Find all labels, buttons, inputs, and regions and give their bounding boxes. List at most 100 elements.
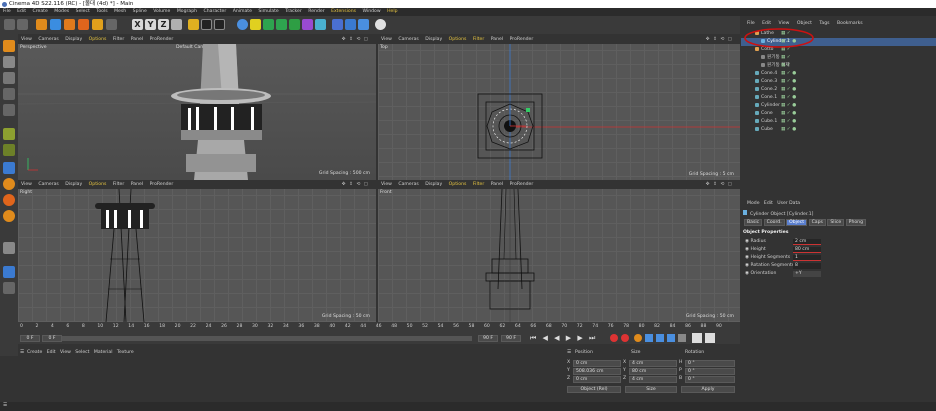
viewport-nav-icons[interactable]: ✥ ⇕ ⟲ ▢ [342, 181, 369, 189]
vp-menu-prorender[interactable]: ProRender [510, 182, 534, 187]
menu-window[interactable]: Window [362, 9, 380, 14]
redo-icon[interactable] [17, 19, 28, 30]
render-settings-icon[interactable] [214, 19, 225, 30]
vp-menu-panel[interactable]: Panel [491, 37, 503, 42]
preview-end-field[interactable]: 90 F [501, 335, 521, 342]
recent-tools-icon[interactable] [92, 19, 103, 30]
rotation-segments-field[interactable]: 8 [793, 263, 821, 269]
attr-menu-user-data[interactable]: User Data [777, 201, 800, 206]
menu-volume[interactable]: Volume [153, 9, 170, 14]
scene-icon[interactable] [332, 19, 343, 30]
object-row[interactable]: Cone.1 ▦ ✓ ● [741, 94, 936, 102]
menu-animate[interactable]: Animate [233, 9, 252, 14]
object-row[interactable]: 원기둥 ▦ ✓ [741, 54, 936, 62]
viewport-nav-icons[interactable]: ✥ ⇕ ⟲ ▢ [342, 36, 369, 44]
model-mode-icon[interactable] [3, 56, 15, 68]
vp-menu-cameras[interactable]: Cameras [38, 37, 58, 42]
workplane-icon[interactable] [3, 210, 15, 222]
perspective-viewport[interactable]: View Cameras Display Options Filter Pane… [18, 36, 376, 180]
vp-menu-filter[interactable]: Filter [113, 37, 124, 42]
y-axis-lock-button[interactable]: Y [145, 19, 156, 30]
object-row[interactable]: Cone.2 ▦ ✓ ● [741, 86, 936, 94]
vp-menu-prorender[interactable]: ProRender [150, 182, 174, 187]
position-y-field[interactable]: 508.036 cm [573, 368, 621, 375]
vp-menu-prorender[interactable]: ProRender [510, 37, 534, 42]
deformer-icon[interactable] [302, 19, 313, 30]
object-row[interactable]: Cone.4 ▦ ✓ ● [741, 70, 936, 78]
vp-menu-options[interactable]: Options [449, 37, 467, 42]
tab-phong[interactable]: Phong [845, 219, 866, 226]
height-field[interactable]: 80 cm [793, 247, 821, 253]
rotation-p-field[interactable]: 0 ° [685, 368, 735, 375]
lock-workplane-icon[interactable] [3, 282, 15, 294]
end-frame-field[interactable]: 90 F [478, 335, 498, 342]
z-axis-lock-button[interactable]: Z [158, 19, 169, 30]
sculpt-icon[interactable] [3, 242, 15, 254]
tab-caps[interactable]: Caps [808, 219, 826, 226]
scale-icon[interactable] [64, 19, 75, 30]
vp-menu-options[interactable]: Options [89, 182, 107, 187]
record-icon[interactable] [610, 334, 618, 342]
vp-menu-display[interactable]: Display [65, 182, 82, 187]
viewport-nav-icons[interactable]: ✥ ⇕ ⟲ ▢ [706, 181, 733, 189]
menu-mograph[interactable]: Mograph [177, 9, 197, 14]
vp-menu-filter[interactable]: Filter [473, 37, 484, 42]
scale-key-icon[interactable] [656, 334, 664, 342]
radius-field[interactable]: 2 cm [793, 239, 821, 245]
light-icon[interactable] [375, 19, 386, 30]
vp-menu-options[interactable]: Options [89, 37, 107, 42]
menu-toggle-icon[interactable] [705, 333, 715, 343]
make-editable-icon[interactable] [3, 40, 15, 52]
menu-modes[interactable]: Modes [54, 9, 69, 14]
position-x-field[interactable]: 0 cm [573, 360, 621, 367]
orientation-dropdown[interactable]: +Y [793, 271, 821, 277]
snap-settings-icon[interactable] [3, 194, 15, 206]
object-row[interactable]: Cube.1 ▦ ✓ ● [741, 118, 936, 126]
vp-menu-filter[interactable]: Filter [473, 182, 484, 187]
keyframe-icon[interactable] [634, 334, 642, 342]
menu-tracker[interactable]: Tracker [285, 9, 302, 14]
tab-slice[interactable]: Slice [827, 219, 845, 226]
texture-mode-icon[interactable] [3, 72, 15, 84]
mograph-cloner-icon[interactable] [289, 19, 300, 30]
object-row[interactable]: Cone.3 ▦ ✓ ● [741, 78, 936, 86]
front-viewport[interactable]: View Cameras Display Options Filter Pane… [378, 181, 740, 322]
render-view-icon[interactable] [201, 19, 212, 30]
cube-primitive-icon[interactable] [237, 19, 248, 30]
start-frame-field[interactable]: 0 F [42, 335, 62, 342]
mat-menu-texture[interactable]: Texture [117, 350, 134, 355]
mat-menu-edit[interactable]: Edit [47, 350, 56, 355]
timeline-window-icon[interactable] [692, 333, 702, 343]
vp-menu-panel[interactable]: Panel [131, 37, 143, 42]
field-icon[interactable] [315, 19, 326, 30]
uv-mode-icon[interactable] [3, 144, 15, 156]
pen-icon[interactable] [250, 19, 261, 30]
mat-menu-material[interactable]: Material [94, 350, 113, 355]
array-icon[interactable] [276, 19, 287, 30]
object-row[interactable]: Cylinder ▦ ✓ ● [741, 102, 936, 110]
vp-menu-options[interactable]: Options [449, 182, 467, 187]
edges-mode-icon[interactable] [3, 104, 15, 116]
size-mode-dropdown[interactable]: Size [625, 386, 677, 393]
tab-basic[interactable]: Basic [744, 219, 763, 226]
current-frame-field[interactable]: 0 F [20, 335, 40, 342]
om-menu-bookmarks[interactable]: Bookmarks [837, 21, 863, 26]
right-viewport[interactable]: View Cameras Display Options Filter Pane… [18, 181, 376, 322]
attr-menu-mode[interactable]: Mode [747, 201, 760, 206]
coord-menu-icon[interactable]: ☰ [567, 350, 571, 355]
position-z-field[interactable]: 0 cm [573, 376, 621, 383]
object-row[interactable]: Cone ▦ ✓ ● [741, 110, 936, 118]
autokey-icon[interactable] [621, 334, 629, 342]
coordinate-system-icon[interactable] [171, 19, 182, 30]
frame-range-slider[interactable] [62, 336, 472, 341]
rotate-icon[interactable] [78, 19, 89, 30]
attr-menu-edit[interactable]: Edit [764, 201, 773, 206]
vp-menu-display[interactable]: Display [65, 37, 82, 42]
grid-icon[interactable] [3, 266, 15, 278]
transform-icon[interactable] [106, 19, 117, 30]
menu-character[interactable]: Character [204, 9, 227, 14]
size-z-field[interactable]: 4 cm [629, 376, 677, 383]
top-viewport[interactable]: View Cameras Display Options Filter Pane… [378, 36, 740, 180]
live-selection-icon[interactable] [36, 19, 47, 30]
object-row[interactable]: 원기둥 복제 ▦ ✓ [741, 62, 936, 70]
